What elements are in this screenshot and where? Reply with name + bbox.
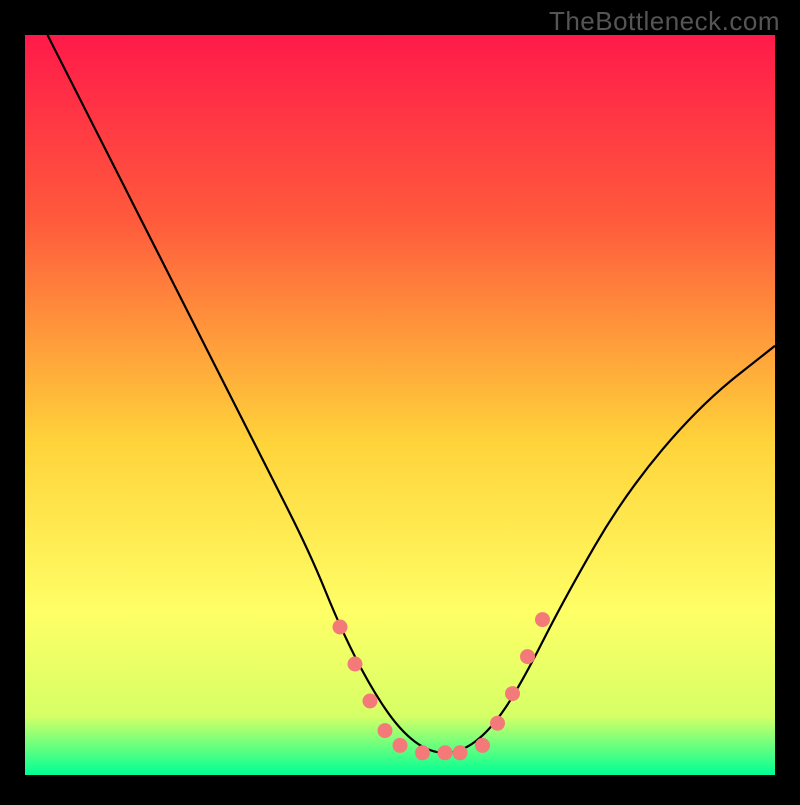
highlight-dot — [475, 738, 490, 753]
highlight-dot — [535, 612, 550, 627]
highlight-dot — [333, 620, 348, 635]
highlight-dot — [415, 745, 430, 760]
highlight-dot — [393, 738, 408, 753]
chart-frame: TheBottleneck.com — [0, 0, 800, 800]
highlight-dot — [453, 745, 468, 760]
highlight-dot — [363, 694, 378, 709]
highlight-dot — [348, 657, 363, 672]
bottleneck-chart — [0, 0, 800, 800]
highlight-dot — [378, 723, 393, 738]
plot-background — [25, 35, 775, 775]
highlight-dot — [505, 686, 520, 701]
highlight-dot — [520, 649, 535, 664]
highlight-dot — [438, 745, 453, 760]
highlight-dot — [490, 716, 505, 731]
